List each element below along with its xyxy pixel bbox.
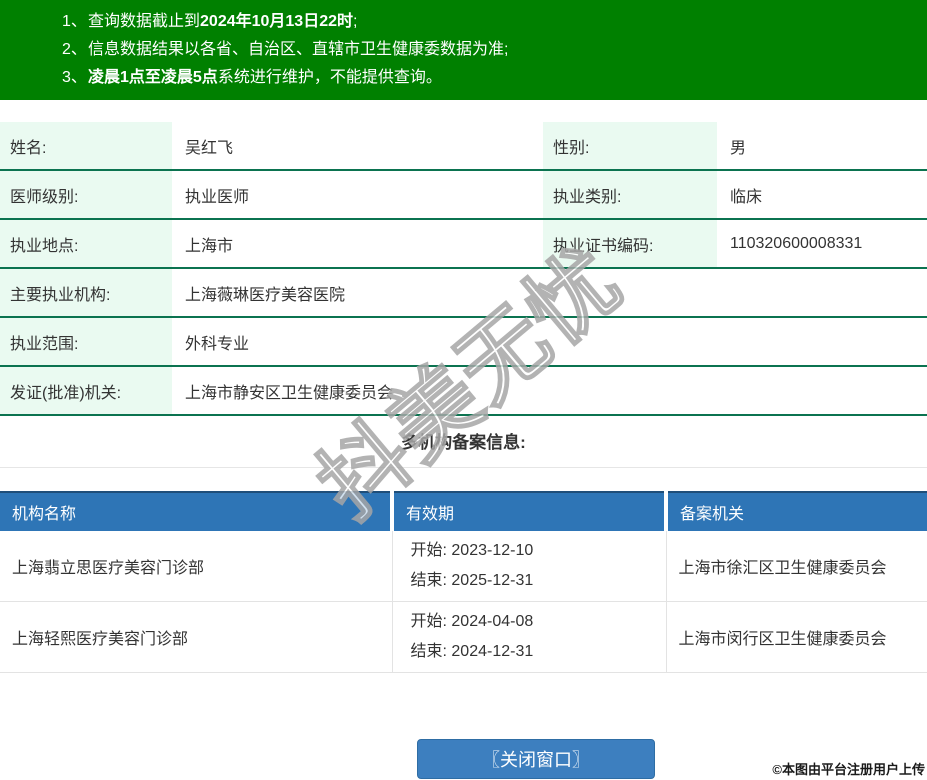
org-validity: 开始: 2023-12-10 结束: 2025-12-31 bbox=[391, 531, 666, 602]
practice-location-label: 执业地点: bbox=[0, 219, 172, 269]
notice-banner: 1、查询数据截止到2024年10月13日22时; 2、信息数据结果以各省、自治区… bbox=[0, 0, 927, 100]
name-label: 姓名: bbox=[0, 122, 172, 171]
practice-scope-label: 执业范围: bbox=[0, 317, 172, 367]
info-row-main-institution: 主要执业机构: 上海薇琳医疗美容医院 bbox=[0, 268, 927, 318]
notice-number: 3、 bbox=[62, 69, 87, 86]
org-validity: 开始: 2024-04-08 结束: 2024-12-31 bbox=[391, 601, 666, 673]
validity-end: 结束: 2024-12-31 bbox=[410, 643, 534, 660]
certificate-number-label: 执业证书编码: bbox=[543, 219, 717, 269]
info-row-issuing-authority: 发证(批准)机关: 上海市静安区卫生健康委员会 bbox=[0, 366, 927, 416]
org-table-row-2: 上海轻熙医疗美容门诊部 开始: 2024-04-08 结束: 2024-12-3… bbox=[0, 601, 927, 673]
info-row-practice-scope: 执业范围: 外科专业 bbox=[0, 317, 927, 367]
multi-org-filing-table: 机构名称 有效期 备案机关 上海翡立思医疗美容门诊部 开始: 2023-12-1… bbox=[0, 491, 927, 673]
main-institution-value: 上海薇琳医疗美容医院 bbox=[172, 268, 927, 318]
notice-item-3: 3、凌晨1点至凌晨5点系统进行维护，不能提供查询。 bbox=[62, 64, 917, 92]
org-table-row-1: 上海翡立思医疗美容门诊部 开始: 2023-12-10 结束: 2025-12-… bbox=[0, 531, 927, 602]
notice-item-2: 2、信息数据结果以各省、自治区、直辖市卫生健康委数据为准; bbox=[62, 36, 917, 64]
practice-location-value: 上海市 bbox=[172, 219, 543, 269]
practice-category-label: 执业类别: bbox=[543, 170, 717, 220]
notice-number: 2、 bbox=[62, 41, 87, 58]
org-filing-authority: 上海市闵行区卫生健康委员会 bbox=[665, 601, 927, 673]
info-row-location-certno: 执业地点: 上海市 执业证书编码: 110320600008331 bbox=[0, 219, 927, 269]
org-filing-authority: 上海市徐汇区卫生健康委员会 bbox=[665, 531, 927, 602]
certificate-number-value: 110320600008331 bbox=[717, 219, 927, 269]
info-row-level-category: 医师级别: 执业医师 执业类别: 临床 bbox=[0, 170, 927, 220]
org-table-header-row: 机构名称 有效期 备案机关 bbox=[0, 491, 927, 531]
close-window-button[interactable]: 〖关闭窗口〗 bbox=[417, 739, 655, 779]
notice-text: ; bbox=[353, 13, 358, 30]
gender-label: 性别: bbox=[543, 122, 717, 171]
notice-text: 信息数据结果以各省、自治区、直辖市卫生健康委数据为准; bbox=[88, 41, 509, 58]
name-value: 吴红飞 bbox=[172, 122, 543, 171]
doctor-level-label: 医师级别: bbox=[0, 170, 172, 220]
notice-text-bold: 凌晨1点至凌晨5点 bbox=[88, 69, 218, 86]
copyright-watermark: ©本图由平台注册用户上传 bbox=[772, 762, 925, 777]
info-row-name-gender: 姓名: 吴红飞 性别: 男 bbox=[0, 122, 927, 171]
license-query-result-page: 1、查询数据截止到2024年10月13日22时; 2、信息数据结果以各省、自治区… bbox=[0, 0, 927, 779]
issuing-authority-label: 发证(批准)机关: bbox=[0, 366, 172, 416]
section-divider bbox=[0, 467, 927, 468]
notice-number: 1、 bbox=[62, 13, 87, 30]
practitioner-info-table: 姓名: 吴红飞 性别: 男 医师级别: 执业医师 执业类别: 临床 执业地点: … bbox=[0, 122, 927, 416]
notice-text: 查询数据截止到 bbox=[88, 13, 201, 30]
org-name-header: 机构名称 bbox=[0, 491, 392, 531]
validity-header: 有效期 bbox=[390, 491, 666, 531]
validity-start: 开始: 2023-12-10 bbox=[410, 542, 534, 559]
practice-scope-value: 外科专业 bbox=[172, 317, 927, 367]
validity-end: 结束: 2025-12-31 bbox=[410, 572, 534, 589]
filing-authority-header: 备案机关 bbox=[664, 491, 927, 531]
notice-text: 系统进行维护，不能提供查询。 bbox=[217, 69, 442, 86]
issuing-authority-value: 上海市静安区卫生健康委员会 bbox=[172, 366, 927, 416]
practice-category-value: 临床 bbox=[717, 170, 927, 220]
multi-org-section-title: 多机构备案信息: bbox=[401, 433, 526, 452]
org-name: 上海轻熙医疗美容门诊部 bbox=[0, 601, 392, 673]
validity-start: 开始: 2024-04-08 bbox=[410, 613, 534, 630]
org-name: 上海翡立思医疗美容门诊部 bbox=[0, 531, 392, 602]
notice-item-1: 1、查询数据截止到2024年10月13日22时; bbox=[62, 8, 917, 36]
main-institution-label: 主要执业机构: bbox=[0, 268, 172, 318]
gender-value: 男 bbox=[717, 122, 927, 171]
notice-text-bold: 2024年10月13日22时 bbox=[200, 13, 354, 30]
doctor-level-value: 执业医师 bbox=[172, 170, 543, 220]
